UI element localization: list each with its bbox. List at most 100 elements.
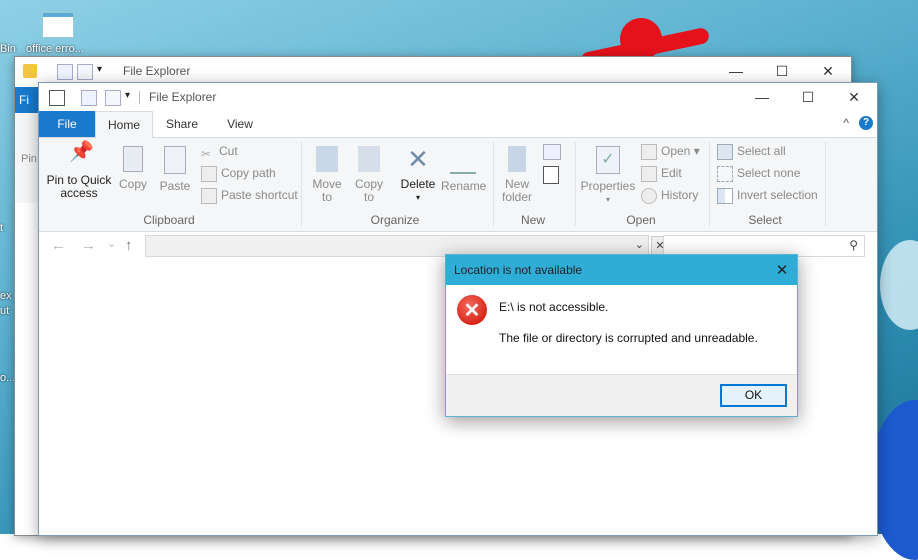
tab-share[interactable]: Share bbox=[157, 111, 207, 137]
dialog-titlebar[interactable]: Location is not available ✕ bbox=[446, 255, 797, 285]
cut-button[interactable]: ✂ Cut bbox=[201, 142, 238, 161]
cut-label: Cut bbox=[219, 144, 238, 158]
titlebar[interactable]: ▾ File Explorer — ☐ ✕ bbox=[39, 83, 877, 111]
group-separator bbox=[825, 142, 826, 226]
pin-to-quick-access-button[interactable]: 📌 Pin to Quick access bbox=[43, 141, 115, 200]
rename-button[interactable]: Rename bbox=[441, 146, 487, 193]
customize-toolbar-icon[interactable]: ▾ bbox=[97, 64, 111, 78]
select-all-icon bbox=[717, 143, 733, 160]
copy-to-button[interactable]: Copy to bbox=[351, 146, 387, 204]
address-dropdown-icon[interactable]: ⌄ bbox=[635, 238, 644, 251]
pin-label-2: access bbox=[60, 186, 98, 200]
back-ribbon: Pin bbox=[15, 113, 39, 203]
move-to-button[interactable]: Move to bbox=[309, 146, 345, 204]
delete-x-icon: ✕ bbox=[407, 144, 429, 174]
folder-icon bbox=[23, 64, 37, 78]
back-maximize-button[interactable]: ☐ bbox=[759, 57, 805, 85]
new-folder-button[interactable]: New folder bbox=[499, 146, 535, 204]
properties-icon[interactable] bbox=[81, 90, 97, 106]
desktop-label-o: o... bbox=[0, 372, 16, 384]
select-group-label: Select bbox=[748, 213, 782, 227]
dialog-message-primary: E:\ is not accessible. bbox=[499, 300, 609, 314]
new-folder-label-2: folder bbox=[501, 190, 533, 204]
select-all-button[interactable]: Select all bbox=[717, 142, 786, 160]
easy-access-icon[interactable] bbox=[543, 166, 559, 184]
office-error-desktop-icon[interactable] bbox=[42, 12, 74, 38]
help-icon[interactable]: ? bbox=[859, 116, 873, 130]
minimize-button[interactable]: — bbox=[739, 83, 785, 111]
select-none-label: Select none bbox=[737, 166, 801, 180]
copy-path-icon bbox=[201, 165, 217, 182]
properties-button[interactable]: ✓ Properties ▾ bbox=[579, 146, 637, 206]
organize-group-label: Organize bbox=[370, 213, 420, 227]
close-button[interactable]: ✕ bbox=[831, 83, 877, 111]
history-label: History bbox=[661, 188, 699, 202]
back-arrow-icon[interactable]: ← bbox=[51, 237, 66, 254]
open-icon bbox=[641, 143, 657, 160]
open-group-label: Open bbox=[626, 213, 656, 227]
error-icon: ✕ bbox=[457, 295, 487, 325]
properties-icon[interactable] bbox=[57, 64, 73, 80]
properties-dropdown-icon[interactable]: ▾ bbox=[579, 193, 637, 206]
copy-path-button[interactable]: Copy path bbox=[201, 164, 276, 182]
ok-button[interactable]: OK bbox=[720, 384, 787, 407]
dialog-close-button[interactable]: ✕ bbox=[767, 255, 797, 285]
copy-path-label: Copy path bbox=[221, 166, 276, 180]
ribbon-tabs: File Home Share View ^ ? bbox=[39, 111, 877, 139]
back-close-button[interactable]: ✕ bbox=[805, 57, 851, 85]
copy-label: Copy bbox=[118, 177, 147, 191]
desktop-white-shape bbox=[880, 240, 918, 330]
desktop-label-ut: ut bbox=[0, 305, 10, 317]
delete-label: Delete bbox=[400, 177, 436, 191]
rename-label: Rename bbox=[441, 179, 487, 193]
dialog-message-secondary: The file or directory is corrupted and u… bbox=[499, 331, 758, 345]
group-separator bbox=[301, 142, 302, 226]
new-folder-icon[interactable] bbox=[105, 90, 121, 106]
invert-selection-button[interactable]: Invert selection bbox=[717, 186, 818, 204]
paste-shortcut-button[interactable]: Paste shortcut bbox=[201, 186, 298, 204]
new-group-label: New bbox=[520, 213, 545, 227]
location-not-available-dialog[interactable]: Location is not available ✕ ✕ E:\ is not… bbox=[445, 254, 798, 417]
back-minimize-button[interactable]: — bbox=[713, 57, 759, 85]
edit-icon bbox=[641, 165, 657, 182]
back-titlebar[interactable]: ▾ File Explorer — ☐ ✕ bbox=[15, 57, 851, 85]
forward-arrow-icon[interactable]: → bbox=[81, 237, 96, 254]
scissors-icon: ✂ bbox=[201, 146, 212, 161]
search-icon[interactable]: ⚲ bbox=[849, 238, 858, 252]
window-system-icon[interactable] bbox=[49, 90, 65, 106]
paste-button[interactable]: Paste bbox=[157, 146, 193, 193]
copy-to-label-2: to bbox=[363, 190, 374, 204]
open-label: Open bbox=[661, 144, 691, 158]
office-error-label: office erro... bbox=[26, 43, 84, 55]
delete-button[interactable]: ✕ Delete ▾ bbox=[399, 146, 437, 204]
recent-locations-icon[interactable]: ⌄ bbox=[107, 237, 116, 250]
tab-home[interactable]: Home bbox=[95, 111, 153, 139]
customize-toolbar-icon[interactable]: ▾ bbox=[125, 90, 139, 104]
group-separator bbox=[575, 142, 576, 226]
up-arrow-icon[interactable]: ↑ bbox=[125, 237, 133, 254]
edit-button[interactable]: Edit bbox=[641, 164, 682, 182]
new-item-icon[interactable] bbox=[543, 144, 561, 160]
collapse-ribbon-icon[interactable]: ^ bbox=[843, 116, 849, 130]
new-folder-icon[interactable] bbox=[77, 64, 93, 80]
maximize-button[interactable]: ☐ bbox=[785, 83, 831, 111]
open-button[interactable]: Open ▾ bbox=[641, 142, 700, 160]
desktop-label-t: t bbox=[0, 222, 4, 234]
recycle-bin-label: Bin bbox=[0, 43, 16, 55]
clipboard-icon bbox=[164, 146, 186, 174]
paste-shortcut-icon bbox=[201, 187, 217, 204]
delete-dropdown-icon[interactable]: ▾ bbox=[399, 191, 437, 204]
desktop-label-ex: ex bbox=[0, 290, 12, 302]
history-button[interactable]: History bbox=[641, 186, 698, 204]
pin-icon: 📌 bbox=[69, 141, 94, 163]
copy-icon bbox=[123, 146, 143, 172]
move-to-label-2: to bbox=[321, 190, 332, 204]
history-icon bbox=[641, 187, 657, 204]
tab-view[interactable]: View bbox=[215, 111, 265, 137]
ribbon-home: 📌 Pin to Quick access Copy Paste ✂ Cut Co… bbox=[39, 138, 877, 232]
back-pin-text: Pin bbox=[21, 153, 37, 165]
title-divider bbox=[139, 91, 140, 104]
select-none-button[interactable]: Select none bbox=[717, 164, 800, 182]
copy-button[interactable]: Copy bbox=[117, 146, 149, 191]
tab-file[interactable]: File bbox=[39, 111, 95, 137]
